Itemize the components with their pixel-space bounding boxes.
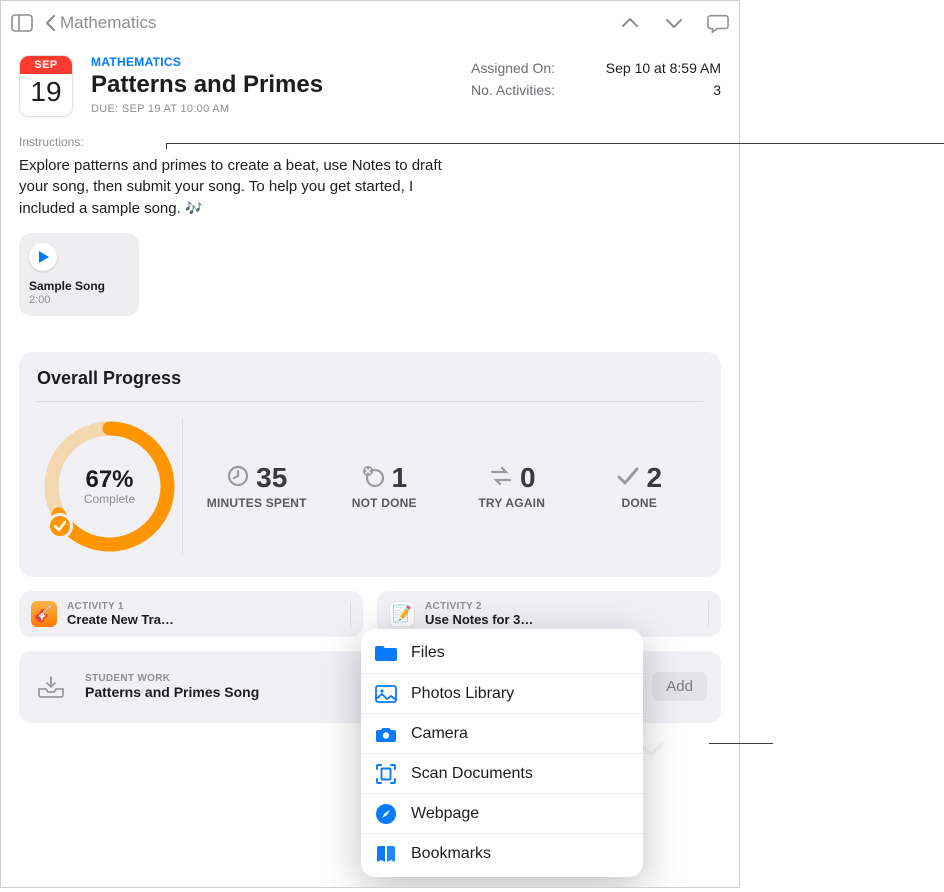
subject-label: MATHEMATICS	[91, 55, 453, 69]
retry-icon	[488, 464, 514, 493]
notes-icon: 📝	[389, 601, 415, 627]
folder-icon	[375, 642, 397, 664]
attachment-duration: 2:00	[29, 294, 129, 306]
stat-done: 2 DONE	[587, 462, 692, 510]
annotation-line	[166, 143, 944, 149]
activities-count-value: 3	[713, 82, 721, 98]
add-popover: Files Photos Library Camera Scan Documen…	[361, 629, 643, 877]
camera-icon	[375, 723, 397, 745]
not-done-icon	[361, 464, 385, 493]
garageband-icon: 🎸	[31, 601, 57, 627]
attachment-card[interactable]: Sample Song 2:00	[19, 233, 139, 316]
popover-item-scan[interactable]: Scan Documents	[361, 753, 643, 793]
check-icon	[616, 464, 640, 493]
activities-count-label: No. Activities:	[471, 82, 555, 98]
photos-icon	[375, 683, 397, 705]
popover-item-webpage[interactable]: Webpage	[361, 793, 643, 833]
add-button[interactable]: Add	[652, 672, 707, 701]
progress-ring: 67% Complete	[37, 414, 182, 559]
annotation-line	[709, 743, 773, 744]
clock-icon	[226, 464, 250, 493]
stat-minutes: 35 MINUTES SPENT	[204, 462, 309, 510]
popover-item-files[interactable]: Files	[361, 633, 643, 673]
student-work-overline: STUDENT WORK	[85, 673, 259, 684]
assigned-on-label: Assigned On:	[471, 60, 555, 76]
assigned-on-value: Sep 10 at 8:59 AM	[606, 60, 721, 76]
bookmarks-icon	[375, 843, 397, 865]
progress-card-title: Overall Progress	[37, 368, 703, 402]
inbox-download-icon	[33, 669, 69, 705]
due-label: DUE: SEP 19 AT 10:00 AM	[91, 103, 453, 115]
stat-try-again: 0 TRY AGAIN	[459, 462, 564, 510]
sidebar-toggle-icon[interactable]	[11, 12, 33, 34]
toolbar: Mathematics	[1, 1, 739, 45]
calendar-day: 19	[20, 74, 72, 110]
progress-percent: 67%	[85, 466, 133, 494]
progress-check-icon	[47, 513, 73, 539]
progress-percent-label: Complete	[84, 492, 135, 506]
next-icon[interactable]	[663, 12, 685, 34]
music-note-icon: 🎶	[185, 200, 202, 216]
popover-item-camera[interactable]: Camera	[361, 713, 643, 753]
comment-icon[interactable]	[707, 12, 729, 34]
popover-item-bookmarks[interactable]: Bookmarks	[361, 833, 643, 873]
instructions-text: Explore patterns and primes to create a …	[1, 149, 471, 219]
overall-progress-card: Overall Progress 67% Complete	[19, 352, 721, 577]
assignment-header: SEP 19 MATHEMATICS Patterns and Primes D…	[1, 45, 739, 117]
app-window: Mathematics SEP 19 MATHEMATICS Patterns …	[0, 0, 740, 888]
back-button[interactable]: Mathematics	[45, 13, 156, 33]
play-icon[interactable]	[29, 243, 57, 271]
prev-icon[interactable]	[619, 12, 641, 34]
annotation-line	[739, 143, 773, 144]
back-label: Mathematics	[60, 13, 156, 33]
attachment-name: Sample Song	[29, 279, 129, 293]
scan-icon	[375, 763, 397, 785]
popover-item-photos[interactable]: Photos Library	[361, 673, 643, 713]
safari-icon	[375, 803, 397, 825]
activity-card[interactable]: 🎸 ACTIVITY 1 Create New Tra…	[19, 591, 363, 637]
student-work-name: Patterns and Primes Song	[85, 684, 259, 700]
calendar-badge: SEP 19	[19, 55, 73, 117]
page-title: Patterns and Primes	[91, 71, 453, 99]
header-meta: Assigned On: Sep 10 at 8:59 AM No. Activ…	[471, 55, 721, 117]
calendar-month: SEP	[20, 56, 72, 74]
stat-not-done: 1 NOT DONE	[332, 462, 437, 510]
